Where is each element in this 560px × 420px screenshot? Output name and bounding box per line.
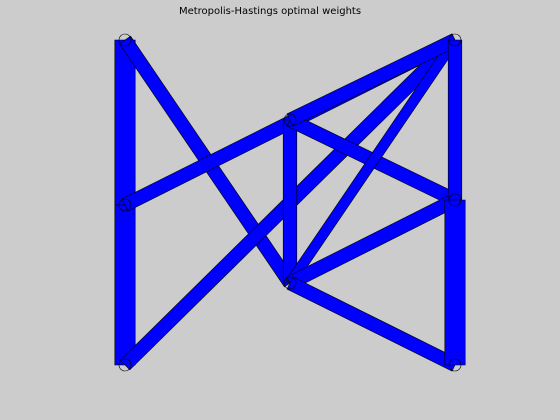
edge-n1-n2 <box>114 39 136 206</box>
edge-n2-n3 <box>114 204 136 366</box>
edge-n6-n7 <box>447 39 463 201</box>
edge-n5-n8 <box>286 276 459 372</box>
figure-canvas: Metropolis-Hastings optimal weights <box>0 0 560 420</box>
edge-n7-n8 <box>444 199 466 366</box>
weighted-graph <box>114 33 466 372</box>
edge-n4-n5 <box>282 119 298 284</box>
